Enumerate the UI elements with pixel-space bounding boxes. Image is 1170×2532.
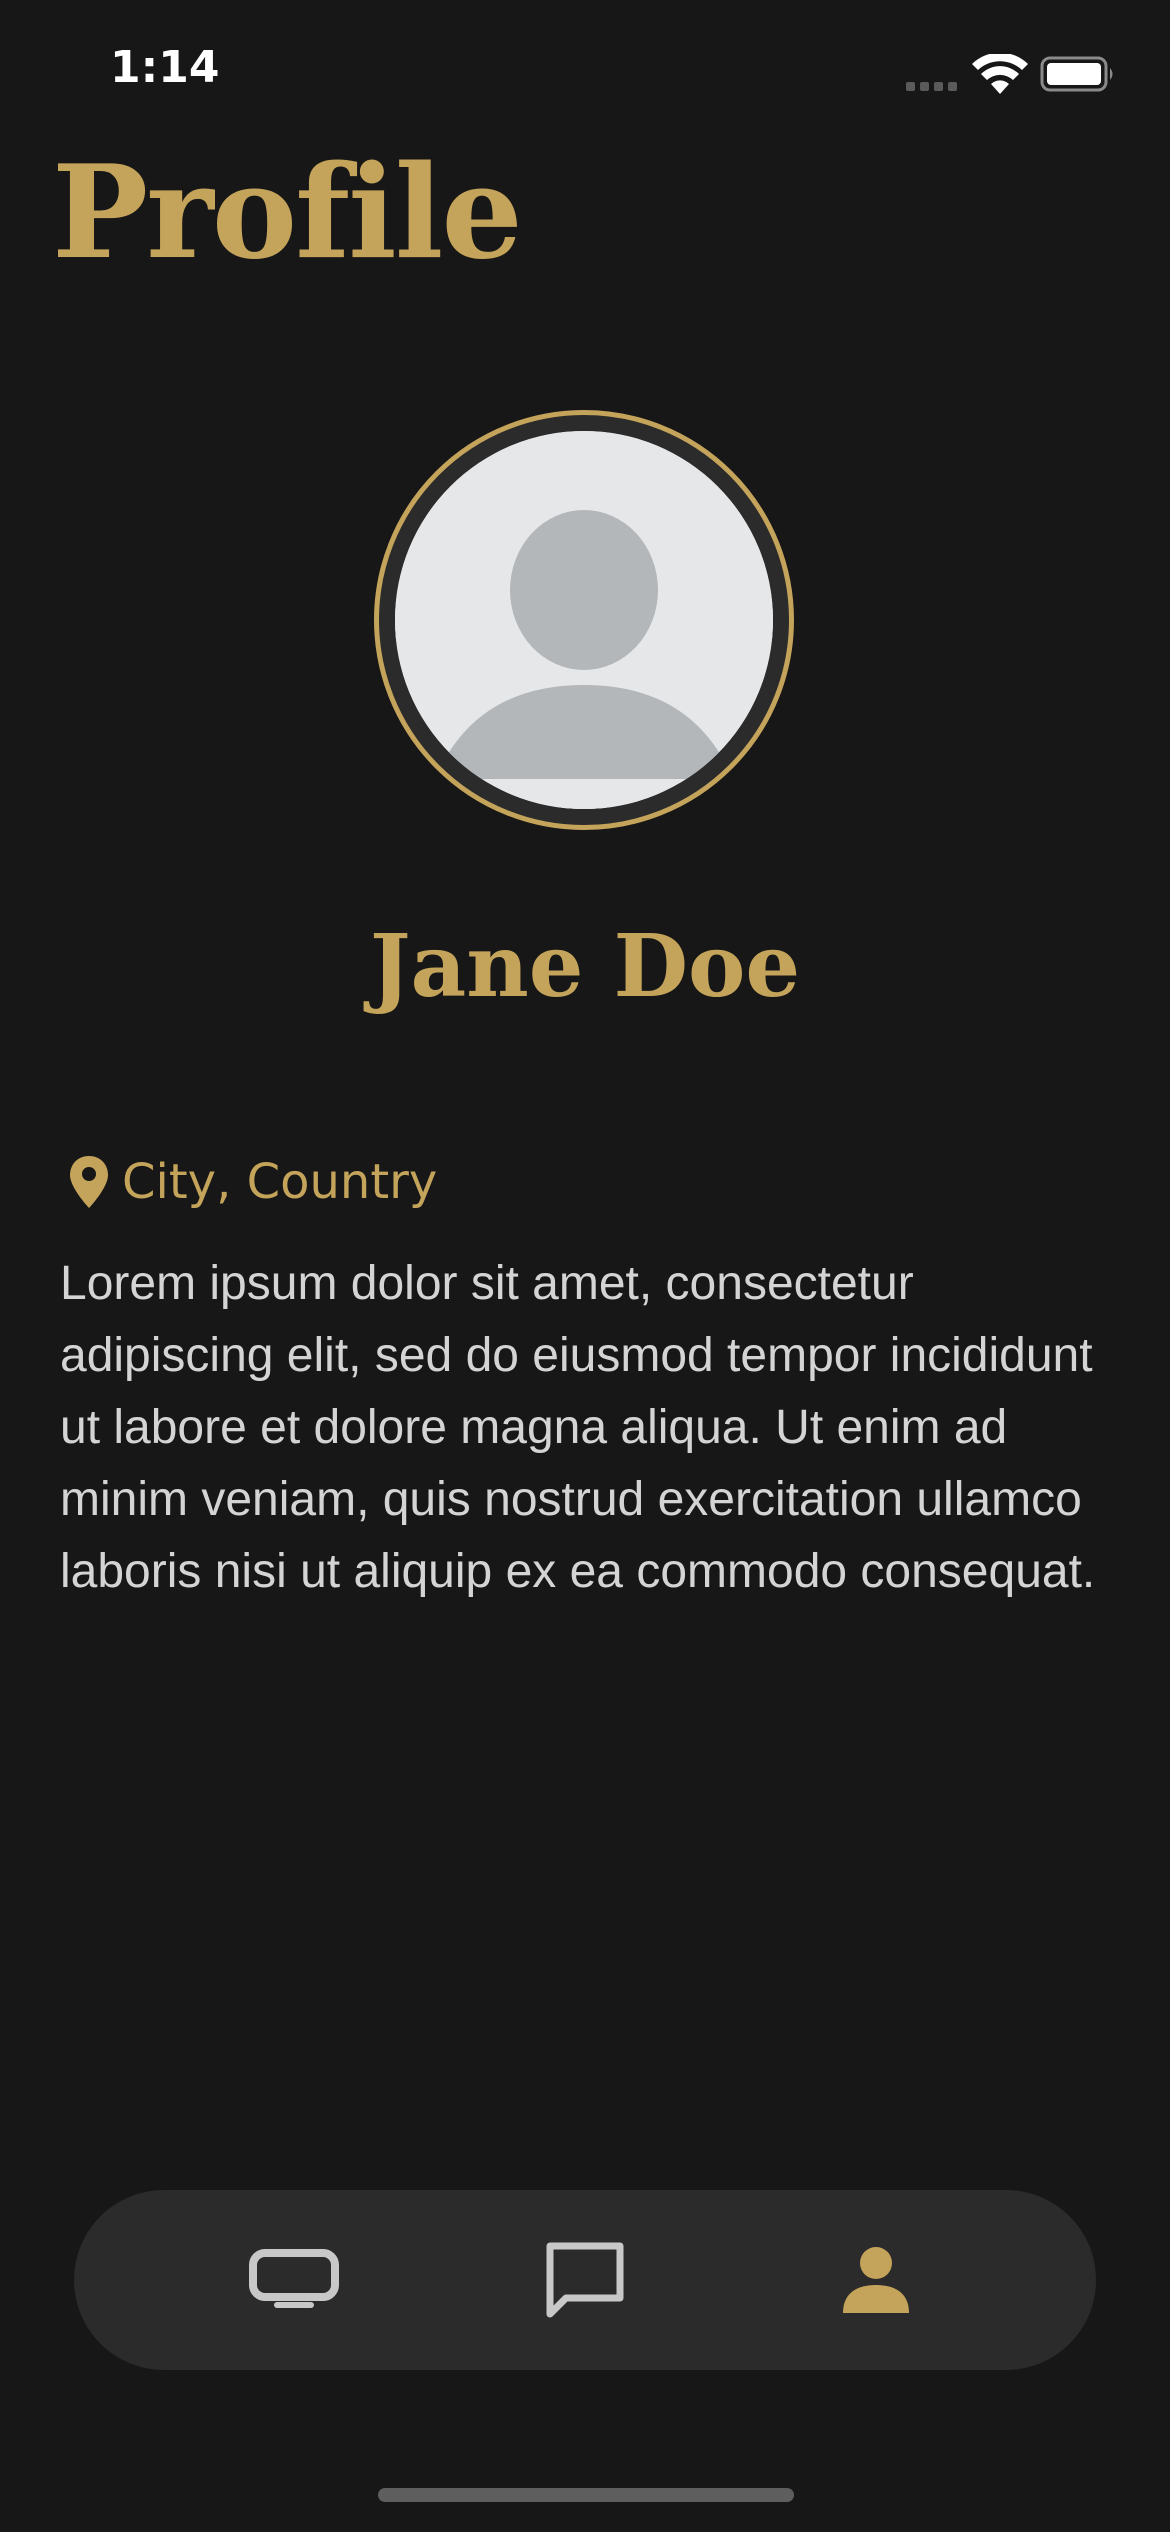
profile-name: Jane Doe [369,916,801,1017]
tab-tv[interactable] [194,2190,394,2370]
chat-bubble-icon [546,2242,624,2318]
wifi-icon [972,54,1028,94]
location-pin-icon [70,1156,108,1208]
status-bar: 1:14 [0,0,1170,150]
default-person-avatar-icon [395,431,773,809]
status-time: 1:14 [110,42,220,93]
tv-icon [249,2249,339,2308]
tab-profile[interactable] [776,2190,976,2370]
person-icon [843,2247,909,2313]
tab-messages[interactable] [485,2190,685,2370]
page-title: Profile [52,138,523,288]
tab-bar [74,2190,1096,2370]
bio-text: Lorem ipsum dolor sit amet, consectetur … [60,1257,1096,1598]
cellular-signal-icon [906,82,960,92]
location-row: City, Country [66,1150,437,1214]
battery-icon [1040,56,1113,92]
avatar[interactable] [374,410,794,830]
location-text: City, Country [122,1154,438,1210]
home-indicator[interactable] [378,2488,794,2502]
